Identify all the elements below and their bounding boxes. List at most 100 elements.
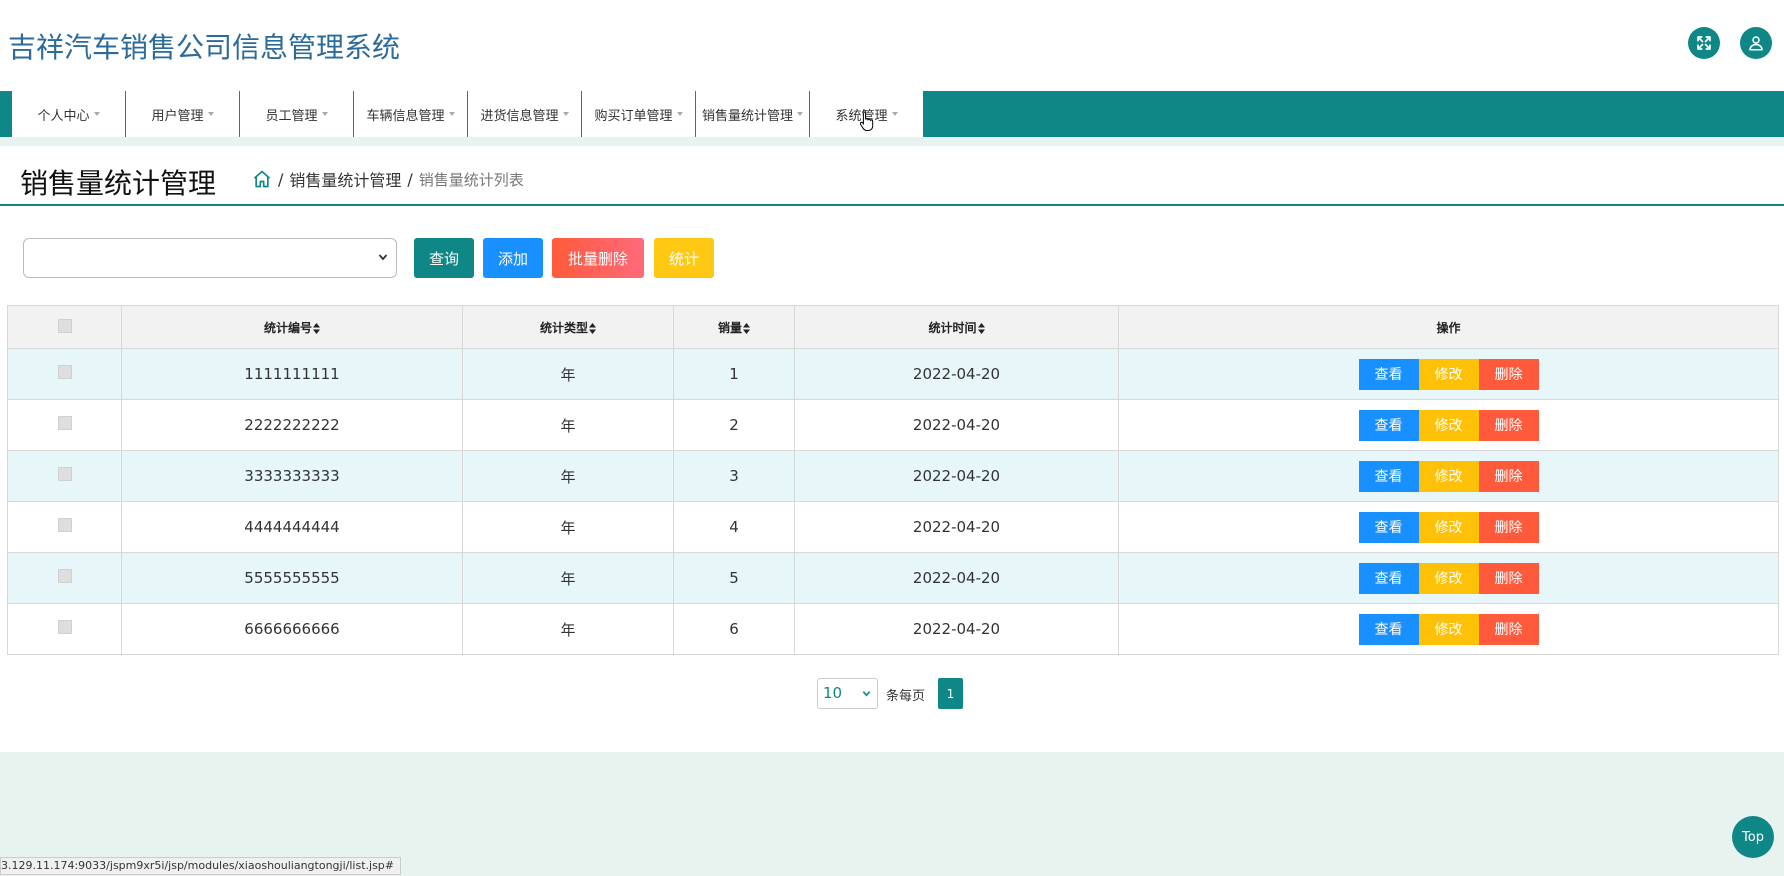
sort-icon	[743, 322, 750, 334]
row-actions: 查看 修改 删除	[1358, 409, 1539, 441]
cell-type: 年	[462, 348, 674, 400]
query-button[interactable]: 查询	[414, 238, 474, 278]
add-button[interactable]: 添加	[483, 238, 543, 278]
delete-button[interactable]: 删除	[1478, 460, 1539, 492]
cell-type: 年	[462, 399, 674, 451]
edit-button[interactable]: 修改	[1418, 358, 1479, 390]
delete-button[interactable]: 删除	[1478, 409, 1539, 441]
row-checkbox[interactable]	[57, 569, 72, 583]
cell-id: 5555555555	[121, 552, 463, 604]
nav-item-order-management[interactable]: 购买订单管理	[582, 91, 696, 137]
delete-button[interactable]: 删除	[1478, 511, 1539, 543]
row-actions: 查看 修改 删除	[1358, 460, 1539, 492]
user-icon	[1749, 36, 1763, 51]
back-to-top-button[interactable]: Top	[1732, 816, 1774, 858]
view-button[interactable]: 查看	[1358, 358, 1419, 390]
user-button[interactable]	[1740, 27, 1772, 59]
edit-button[interactable]: 修改	[1418, 409, 1479, 441]
cell-qty: 3	[673, 450, 795, 502]
view-button[interactable]: 查看	[1358, 613, 1419, 645]
cell-actions: 查看 修改 删除	[1118, 501, 1779, 553]
row-select-cell	[7, 501, 122, 553]
row-checkbox[interactable]	[57, 518, 72, 532]
header-label: 统计类型	[539, 320, 588, 335]
header-label: 销量	[717, 320, 742, 335]
chevron-down-icon	[378, 254, 388, 261]
chevron-down-icon	[862, 691, 871, 697]
main-nav: 个人中心 用户管理 员工管理 车辆信息管理 进货信息管理 购买订单管理 销售量统…	[0, 91, 1784, 137]
cell-time: 2022-04-20	[794, 603, 1119, 655]
breadcrumb: / 销售量统计管理 / 销售量统计列表	[252, 167, 524, 191]
view-button[interactable]: 查看	[1358, 409, 1419, 441]
caret-down-icon	[321, 112, 328, 116]
caret-down-icon	[207, 112, 214, 116]
view-button[interactable]: 查看	[1358, 460, 1419, 492]
row-select-cell	[7, 399, 122, 451]
top-header: 吉祥汽车销售公司信息管理系统	[0, 0, 1784, 91]
nav-item-purchase-management[interactable]: 进货信息管理	[468, 91, 582, 137]
column-header-qty[interactable]: 销量	[673, 305, 795, 349]
column-header-time[interactable]: 统计时间	[794, 305, 1119, 349]
column-header-id[interactable]: 统计编号	[121, 305, 463, 349]
home-icon[interactable]	[252, 169, 272, 189]
row-checkbox[interactable]	[57, 416, 72, 430]
row-select-cell	[7, 348, 122, 400]
nav-item-user-management[interactable]: 用户管理	[126, 91, 240, 137]
view-button[interactable]: 查看	[1358, 562, 1419, 594]
edit-button[interactable]: 修改	[1418, 511, 1479, 543]
row-checkbox[interactable]	[57, 620, 72, 634]
edit-button[interactable]: 修改	[1418, 562, 1479, 594]
cell-actions: 查看 修改 删除	[1118, 399, 1779, 451]
view-button[interactable]: 查看	[1358, 511, 1419, 543]
table-row: 6666666666 年 6 2022-04-20 查看 修改 删除	[7, 603, 1779, 655]
edit-button[interactable]: 修改	[1418, 613, 1479, 645]
delete-button[interactable]: 删除	[1478, 613, 1539, 645]
cell-id: 3333333333	[121, 450, 463, 502]
fullscreen-button[interactable]	[1688, 27, 1720, 59]
nav-item-personal-center[interactable]: 个人中心	[12, 91, 126, 137]
table-row: 4444444444 年 4 2022-04-20 查看 修改 删除	[7, 501, 1779, 553]
stats-button[interactable]: 统计	[654, 238, 714, 278]
cell-actions: 查看 修改 删除	[1118, 552, 1779, 604]
nav-label: 销售量统计管理	[701, 108, 793, 124]
table-row: 3333333333 年 3 2022-04-20 查看 修改 删除	[7, 450, 1779, 502]
page-size-select[interactable]: 10	[817, 678, 878, 709]
column-header-actions: 操作	[1118, 305, 1779, 349]
caret-down-icon	[448, 112, 455, 116]
sort-icon	[313, 322, 320, 334]
search-select[interactable]	[23, 238, 397, 278]
select-all-checkbox[interactable]	[57, 318, 72, 333]
content-panel: 销售量统计管理 / 销售量统计管理 / 销售量统计列表 查询 添加 批量删除 统…	[0, 146, 1784, 752]
site-title: 吉祥汽车销售公司信息管理系统	[8, 31, 401, 64]
edit-button[interactable]: 修改	[1418, 460, 1479, 492]
breadcrumb-separator: /	[407, 169, 413, 189]
page-button-current[interactable]: 1	[938, 678, 963, 709]
cell-qty: 2	[673, 399, 795, 451]
expand-icon	[1697, 36, 1711, 50]
cell-time: 2022-04-20	[794, 501, 1119, 553]
cell-type: 年	[462, 450, 674, 502]
batch-delete-button[interactable]: 批量删除	[552, 238, 644, 278]
delete-button[interactable]: 删除	[1478, 358, 1539, 390]
cell-qty: 1	[673, 348, 795, 400]
cell-qty: 6	[673, 603, 795, 655]
cell-actions: 查看 修改 删除	[1118, 450, 1779, 502]
row-select-cell	[7, 552, 122, 604]
page-header: 销售量统计管理 / 销售量统计管理 / 销售量统计列表	[0, 146, 1784, 206]
cell-id: 4444444444	[121, 501, 463, 553]
nav-label: 购买订单管理	[594, 108, 673, 124]
nav-label: 个人中心	[37, 108, 90, 124]
caret-down-icon	[797, 112, 803, 116]
row-checkbox[interactable]	[57, 365, 72, 379]
row-checkbox[interactable]	[57, 467, 72, 481]
column-header-type[interactable]: 统计类型	[462, 305, 674, 349]
cell-time: 2022-04-20	[794, 399, 1119, 451]
mouse-pointer-icon	[860, 111, 874, 131]
breadcrumb-level1[interactable]: 销售量统计管理	[289, 167, 401, 191]
breadcrumb-level2: 销售量统计列表	[418, 170, 524, 189]
delete-button[interactable]: 删除	[1478, 562, 1539, 594]
nav-item-vehicle-management[interactable]: 车辆信息管理	[354, 91, 468, 137]
nav-item-employee-management[interactable]: 员工管理	[240, 91, 354, 137]
nav-item-sales-stats-management[interactable]: 销售量统计管理	[696, 91, 810, 137]
nav-label: 用户管理	[151, 108, 204, 124]
